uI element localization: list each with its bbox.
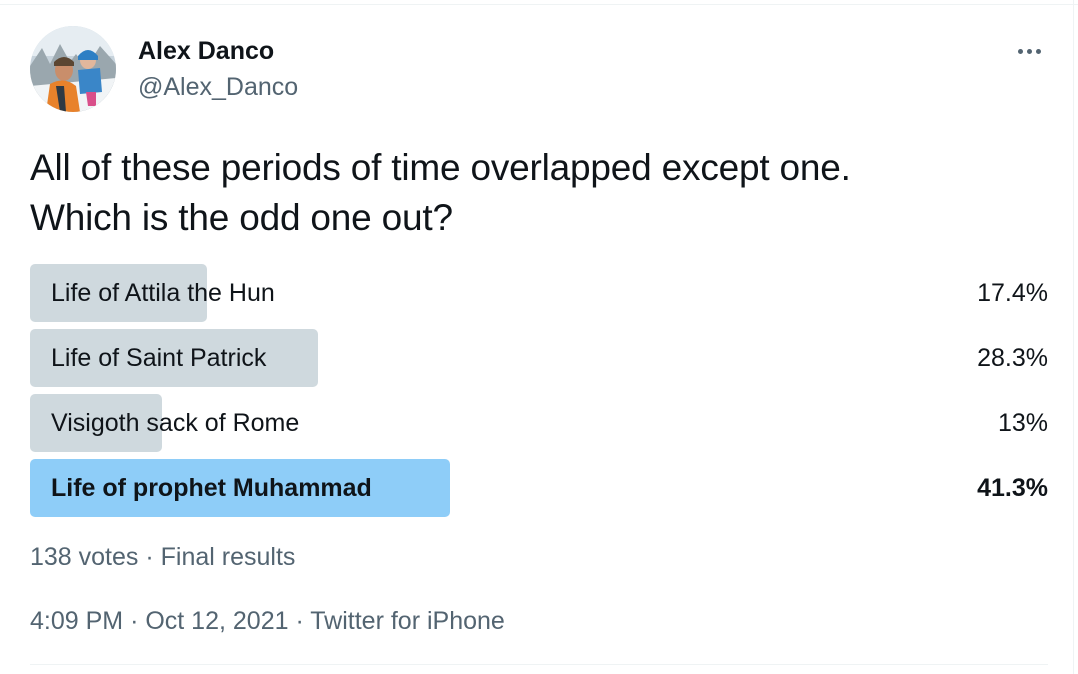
- tweet-source[interactable]: Twitter for iPhone: [310, 607, 505, 635]
- tweet-time[interactable]: 4:09 PM: [30, 607, 123, 635]
- poll-option[interactable]: Life of Attila the Hun 17.4%: [30, 264, 1048, 322]
- poll-option-label: Life of Saint Patrick: [51, 344, 267, 372]
- more-options-button[interactable]: [1012, 38, 1046, 64]
- poll-option-label: Life of prophet Muhammad: [51, 474, 372, 502]
- tweet-text: All of these periods of time overlapped …: [30, 143, 1040, 243]
- tweet-metadata: 4:09 PM · Oct 12, 2021 · Twitter for iPh…: [30, 604, 505, 638]
- more-horizontal-icon-dot: [1035, 48, 1041, 54]
- tweet-text-line: All of these periods of time overlapped …: [30, 147, 851, 188]
- more-horizontal-icon: [1017, 48, 1023, 54]
- tweet-card: Alex Danco @Alex_Danco All of these peri…: [30, 0, 1048, 674]
- poll: Life of Attila the Hun 17.4% Life of Sai…: [30, 264, 1048, 524]
- tweet-text-line: Which is the odd one out?: [30, 197, 453, 238]
- poll-option-percent: 17.4%: [977, 279, 1048, 307]
- poll-vote-count: 138 votes: [30, 543, 139, 571]
- poll-option-label: Life of Attila the Hun: [51, 279, 275, 307]
- separator-dot: ·: [295, 607, 304, 635]
- separator-dot: ·: [145, 543, 154, 571]
- poll-option-percent: 13%: [997, 409, 1048, 437]
- author-name[interactable]: Alex Danco: [138, 36, 274, 66]
- separator-dot: ·: [130, 607, 139, 635]
- avatar-photo: [30, 26, 116, 112]
- poll-option[interactable]: Life of prophet Muhammad 41.3%: [30, 459, 1048, 517]
- poll-summary: 138 votes · Final results: [30, 540, 295, 574]
- right-border: [1073, 0, 1074, 674]
- poll-option[interactable]: Visigoth sack of Rome 13%: [30, 394, 1048, 452]
- poll-option-label: Visigoth sack of Rome: [51, 409, 300, 437]
- poll-status: Final results: [160, 543, 296, 571]
- poll-option-percent: 28.3%: [977, 344, 1048, 372]
- more-horizontal-icon-dot: [1026, 48, 1032, 54]
- author-handle[interactable]: @Alex_Danco: [138, 72, 298, 102]
- avatar[interactable]: [30, 26, 116, 112]
- tweet-date[interactable]: Oct 12, 2021: [145, 607, 288, 635]
- divider: [30, 664, 1048, 665]
- poll-option-percent: 41.3%: [977, 474, 1048, 502]
- poll-option[interactable]: Life of Saint Patrick 28.3%: [30, 329, 1048, 387]
